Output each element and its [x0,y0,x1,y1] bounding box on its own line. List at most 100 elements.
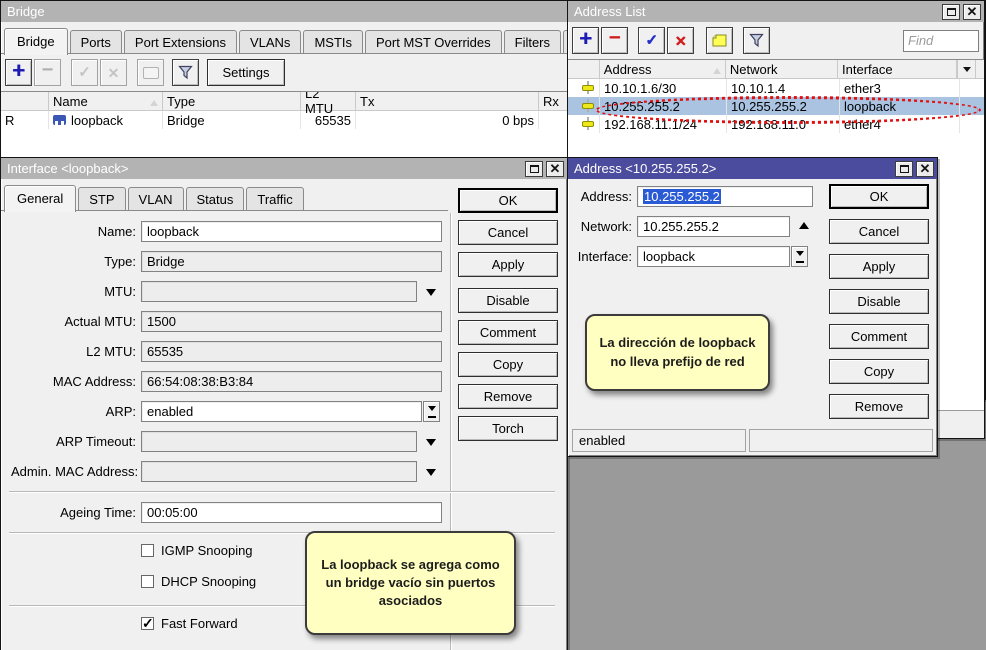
arp-timeout-field[interactable] [141,431,417,452]
dhcp-snooping-checkbox[interactable] [141,575,154,588]
fast-forward-checkbox[interactable] [141,617,154,630]
tab-port-mst-overrides[interactable]: Port MST Overrides [365,30,502,54]
cancel-button[interactable]: Cancel [458,220,558,245]
remove-address-button[interactable]: − [601,27,628,54]
interface-dropdown-button[interactable] [791,246,808,267]
row-tx: 0 bps [356,111,539,129]
arp-select[interactable]: enabled [141,401,422,422]
copy-button[interactable]: Copy [458,352,558,377]
close-button[interactable]: ✕ [963,4,981,20]
row-icon-cell [568,79,600,97]
dropdown-arrow-icon[interactable] [426,469,436,481]
disable-button[interactable]: Disable [829,289,929,314]
column-address[interactable]: Address [600,60,726,78]
ok-button[interactable]: OK [829,184,929,209]
comment-button[interactable]: Comment [829,324,929,349]
apply-button[interactable]: Apply [458,252,558,277]
ok-button[interactable]: OK [458,188,558,213]
type-field: Bridge [141,251,442,272]
column-type[interactable]: Type [163,92,301,110]
network-field[interactable]: 10.255.255.2 [637,216,790,237]
minus-icon: − [42,60,54,80]
comment-address-button[interactable] [706,27,733,54]
column-l2mtu[interactable]: L2 MTU [301,92,356,110]
interface-select[interactable]: loopback [637,246,790,267]
maximize-icon [947,8,956,16]
chevron-down-icon [963,67,971,76]
apply-button[interactable]: Apply [829,254,929,279]
address-field[interactable]: 10.255.255.2 [637,186,813,207]
close-button[interactable]: ✕ [916,161,934,177]
tab-bridge[interactable]: Bridge [4,28,68,55]
comment-button[interactable]: Comment [458,320,558,345]
column-options-button[interactable] [957,60,976,78]
remove-button[interactable]: Remove [458,384,558,409]
tab-port-extensions[interactable]: Port Extensions [124,30,237,54]
add-address-button[interactable]: + [572,27,599,54]
address-row-selected[interactable]: 10.255.255.2 10.255.255.2 loopback [568,97,984,115]
igmp-snooping-label: IGMP Snooping [161,543,253,558]
disable-address-button[interactable]: ✕ [667,27,694,54]
maximize-button[interactable] [525,161,543,177]
tab-mstis[interactable]: MSTIs [303,30,363,54]
dhcp-snooping-label: DHCP Snooping [161,574,256,589]
name-field[interactable]: loopback [141,221,442,242]
close-icon: ✕ [550,162,561,175]
settings-button[interactable]: Settings [207,59,285,86]
bridge-window-title: Bridge [7,4,45,19]
comment-button[interactable] [137,59,164,86]
torch-button[interactable]: Torch [458,416,558,441]
address-row[interactable]: 192.168.11.1/24 192.168.11.0 ether4 [568,115,984,133]
enable-button[interactable]: ✓ [71,59,98,86]
dropdown-arrow-icon[interactable] [426,289,436,301]
enable-address-button[interactable]: ✓ [638,27,665,54]
row-address: 192.168.11.1/24 [600,115,727,133]
actual-mtu-label: Actual MTU: [11,314,136,329]
dropup-arrow-icon[interactable] [799,217,809,229]
filter-address-button[interactable] [743,27,770,54]
mtu-field[interactable] [141,281,417,302]
dropdown-arrow-icon[interactable] [426,439,436,451]
find-input[interactable] [903,30,979,52]
column-flags[interactable] [1,92,49,110]
remove-button[interactable]: − [34,59,61,86]
desktop: Bridge Bridge Ports Port Extensions VLAN… [0,0,986,650]
tab-general[interactable]: General [4,185,76,212]
column-network[interactable]: Network [726,60,838,78]
tab-filters[interactable]: Filters [504,30,561,54]
copy-button[interactable]: Copy [829,359,929,384]
igmp-snooping-checkbox[interactable] [141,544,154,557]
ageing-time-field[interactable]: 00:05:00 [141,502,442,523]
tab-ports[interactable]: Ports [70,30,122,54]
fast-forward-label: Fast Forward [161,616,238,631]
address-list-titlebar[interactable]: Address List ✕ [568,1,984,22]
cross-icon: ✕ [108,66,120,80]
add-button[interactable]: + [5,59,32,86]
admin-mac-field[interactable] [141,461,417,482]
filter-button[interactable] [172,59,199,86]
tab-vlan[interactable]: VLAN [128,187,184,211]
note-text: La loopback se agrega como un bridge vac… [317,556,504,611]
maximize-button[interactable] [942,4,960,20]
interface-titlebar[interactable]: Interface <loopback> ✕ [1,158,567,179]
close-button[interactable]: ✕ [546,161,564,177]
chevron-down-icon [796,251,804,260]
maximize-button[interactable] [895,161,913,177]
column-interface[interactable]: Interface [838,60,957,78]
address-dialog-titlebar[interactable]: Address <10.255.255.2> ✕ [568,158,937,179]
interface-button-column: OK Cancel Apply Disable Comment Copy Rem… [458,188,558,441]
column-tx[interactable]: Tx [356,92,539,110]
tab-vlans[interactable]: VLANs [239,30,301,54]
address-row[interactable]: 10.10.1.6/30 10.10.1.4 ether3 [568,79,984,97]
tab-stp[interactable]: STP [78,187,125,211]
tab-traffic[interactable]: Traffic [246,187,303,211]
disable-button[interactable]: Disable [458,288,558,313]
disable-button[interactable]: ✕ [100,59,127,86]
tab-status[interactable]: Status [186,187,245,211]
cancel-button[interactable]: Cancel [829,219,929,244]
column-name[interactable]: Name [49,92,163,110]
arp-dropdown-button[interactable] [423,401,440,422]
row-icon-cell [568,115,600,133]
remove-button[interactable]: Remove [829,394,929,419]
ip-address-icon [581,81,595,95]
